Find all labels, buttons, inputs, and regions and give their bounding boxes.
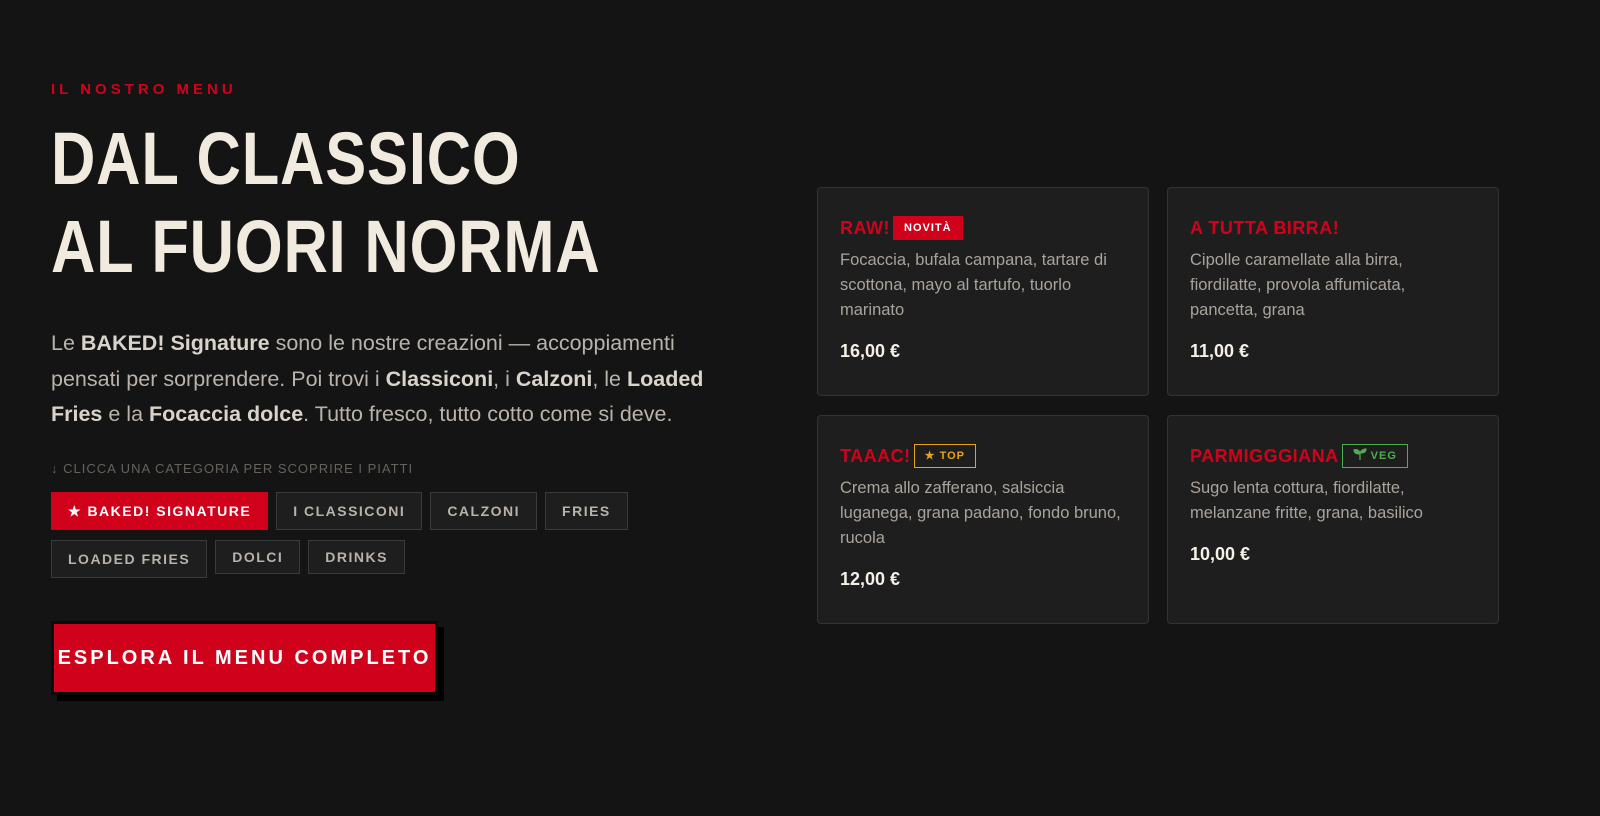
dish-title-row: PARMIGGGIANA VEG (1190, 444, 1476, 468)
category-chip-dolci[interactable]: DOLCI (215, 539, 301, 574)
intro-text: , i (493, 366, 516, 391)
dish-card[interactable]: TAAAC! ★ TOP Crema allo zafferano, salsi… (817, 415, 1149, 624)
intro-highlight: Classiconi (385, 366, 494, 391)
intro-text: . Tutto fresco, tutto cotto come si deve… (303, 402, 673, 426)
dish-price: 11,00 € (1190, 341, 1250, 361)
category-chip-fries[interactable]: FRIES (545, 491, 628, 530)
dish-card[interactable]: PARMIGGGIANA VEG Sugo lenta cottura, fio… (1167, 415, 1499, 624)
intro-text: Le (51, 331, 81, 355)
intro-text: e la (102, 402, 150, 426)
dish-card[interactable]: A TUTTA BIRRA! Cipolle caramellate alla … (1167, 187, 1499, 396)
dish-title-row: TAAAC! ★ TOP (840, 444, 1126, 468)
dish-card[interactable]: RAW! NOVITÀ Focaccia, bufala campana, ta… (817, 187, 1149, 396)
dish-description: Focaccia, bufala campana, tartare di sco… (840, 251, 1107, 319)
intro-paragraph: Le BAKED! Signature sono le nostre creaz… (51, 326, 741, 433)
top-badge: ★ TOP (913, 444, 976, 468)
intro-highlight: BAKED! Signature (80, 331, 270, 355)
headline-line-2: AL FUORI NORMA (51, 205, 601, 288)
category-filter: ★ BAKED! SIGNATURE I CLASSICONI CALZONI FRI… (51, 491, 741, 588)
veg-badge: VEG (1341, 444, 1408, 468)
new-badge: NOVITÀ (893, 216, 963, 240)
dish-name: PARMIGGGIANA (1190, 445, 1339, 466)
dish-name: A TUTTA BIRRA! (1190, 217, 1340, 238)
category-chip-calzoni[interactable]: CALZONI (430, 491, 538, 530)
dish-description: Cipolle caramellate alla birra, fiordila… (1190, 251, 1406, 319)
dish-price: 16,00 € (840, 341, 901, 361)
dish-name: RAW! (840, 217, 890, 238)
headline-line-1: DAL CLASSICO (51, 117, 521, 200)
category-chip-drinks[interactable]: DRINKS (308, 539, 405, 574)
category-chip-classiconi[interactable]: I CLASSICONI (276, 491, 423, 530)
dish-description: Crema allo zafferano, salsiccia luganega… (840, 479, 1121, 547)
intro-highlight: Focaccia dolce (149, 402, 304, 426)
dish-price: 10,00 € (1190, 544, 1251, 564)
section-eyebrow: IL NOSTRO MENU (51, 81, 237, 98)
page-title: DAL CLASSICO AL FUORI NORMA (51, 115, 632, 291)
dish-description: Sugo lenta cottura, fiordilatte, melanza… (1190, 479, 1423, 522)
dish-title-row: A TUTTA BIRRA! (1190, 216, 1476, 240)
category-chip-loaded-fries[interactable]: LOADED FRIES (51, 539, 208, 578)
dish-price: 12,00 € (840, 569, 901, 589)
dish-name: TAAAC! (840, 445, 911, 466)
intro-highlight: Calzoni (515, 366, 593, 391)
menu-intro: IL NOSTRO MENU DAL CLASSICO AL FUORI NOR… (51, 78, 751, 695)
intro-text: , le (592, 366, 627, 391)
category-chip-baked-signature[interactable]: ★ BAKED! SIGNATURE (51, 491, 269, 530)
sprout-icon (1353, 448, 1367, 460)
category-hint: ↓ CLICCA UNA CATEGORIA PER SCOPRIRE I PI… (51, 460, 414, 476)
veg-badge-label: VEG (1370, 450, 1397, 462)
dish-title-row: RAW! NOVITÀ (840, 216, 1126, 240)
explore-menu-button[interactable]: ESPLORA IL MENU COMPLETO (51, 620, 438, 695)
